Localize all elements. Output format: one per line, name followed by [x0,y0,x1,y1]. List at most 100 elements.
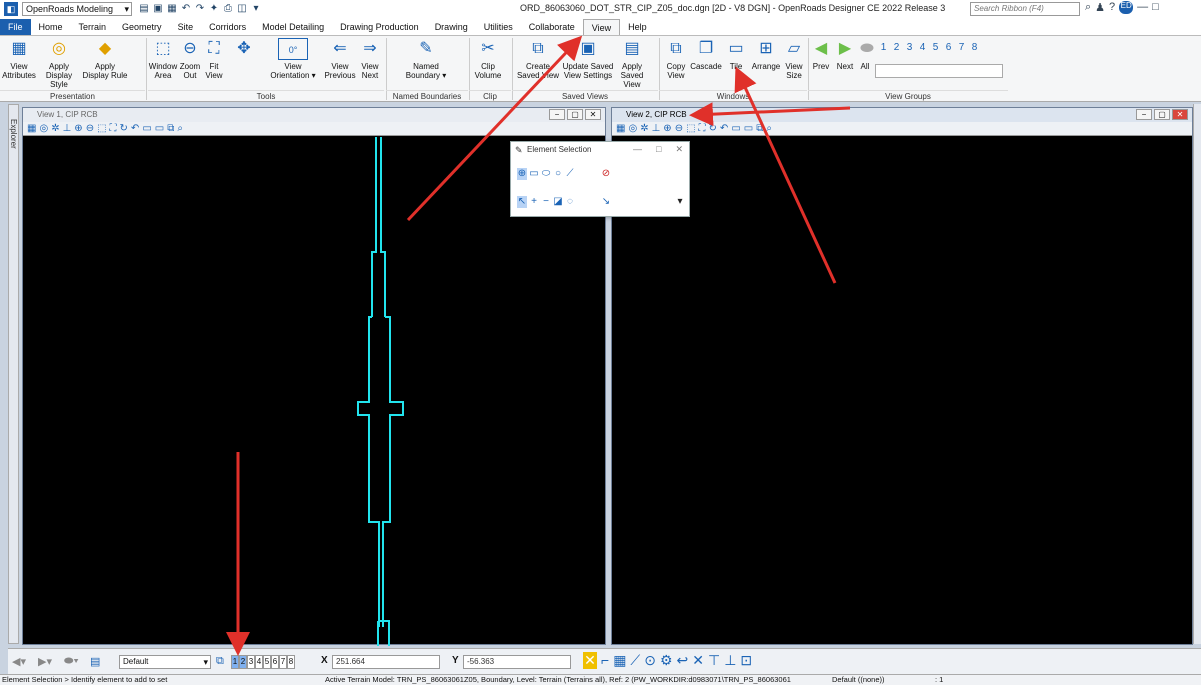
fit-view-icon[interactable]: ⛶ [699,122,706,135]
app-icon[interactable]: ◧ [4,2,18,16]
rotate-view-icon[interactable]: ↻ [120,122,128,135]
tab-model-detailing[interactable]: Model Detailing [254,19,332,35]
view-group-4-button[interactable]: 4 [917,42,928,54]
rotate-view-icon[interactable]: ↻ [709,122,717,135]
close-icon[interactable]: ✕ [1172,109,1188,120]
rotate-icon[interactable]: ✲ [640,122,648,135]
minimize-icon[interactable]: − [549,109,565,120]
fit-view-button[interactable]: ⛶ Fit View [202,38,226,80]
snap-nearest-icon[interactable]: ⟋ [630,652,640,669]
named-boundary-button[interactable]: ✎ Named Boundary ▾ [396,38,456,80]
snap-bisector-icon[interactable]: ⊡ [740,652,752,669]
print-icon[interactable]: ⎙ [222,3,234,15]
view-next-icon[interactable]: ▭ [731,122,740,135]
prev-group-button[interactable]: ◀ Prev [810,38,832,71]
zoom-in-icon[interactable]: ⊕ [663,122,671,135]
minimize-icon[interactable]: — [1137,1,1148,14]
line-select-icon[interactable]: ⟋ [565,168,575,180]
view-group-1-button[interactable]: 1 [878,42,889,54]
zoom-in-icon[interactable]: ⊕ [74,122,82,135]
snap-keypoint-icon[interactable]: ⌐ [601,652,609,669]
view-group-select[interactable] [875,64,1003,78]
snap-intersection-icon[interactable]: ✕ [692,652,704,669]
block-select-icon[interactable]: ▭ [529,168,539,180]
view-toggle-3[interactable]: 3 [247,655,255,669]
copy-view-icon[interactable]: ▭ [744,122,753,135]
x-coordinate-field[interactable]: 251.664 [332,655,440,669]
maximize-icon[interactable]: ▢ [567,109,583,120]
right-panel-strip[interactable] [1193,104,1201,644]
view-next-button[interactable]: ⇒ View Next [358,38,382,80]
view-groups-dialog-icon[interactable]: ⧉ [216,655,224,668]
apply-saved-view-button[interactable]: ▤ Apply Saved View [614,38,650,89]
view-toggle-5[interactable]: 5 [263,655,271,669]
view-2[interactable]: View 2, CIP RCB − ▢ ✕ ▦ ◎ ✲ ⊥ ⊕ ⊖ ⬚ ⛶ ↻ … [611,107,1193,645]
clip-icon[interactable]: ⧉ [756,122,763,135]
redo-icon[interactable]: ↷ [194,3,206,15]
copy-view-icon[interactable]: ▭ [155,122,164,135]
view-group-dropdown[interactable]: Default [119,655,211,669]
view-size-button[interactable]: ▱ View Size [782,38,806,80]
lock-icon[interactable]: ⊥ [63,122,72,135]
select-all-icon[interactable]: ↘ [601,196,611,208]
invert-icon[interactable]: ◪ [553,196,563,208]
view-toggle-1[interactable]: 1 [231,655,239,669]
snap-grid-icon[interactable]: ▦ [613,652,626,669]
maximize-icon[interactable]: □ [656,144,661,155]
circle-select-icon[interactable]: ○ [553,168,563,180]
minimize-icon[interactable]: — [633,144,642,155]
view-previous-icon[interactable]: ↶ [131,122,139,135]
apply-display-rule-button[interactable]: ◆ Apply Display Rule [82,38,128,80]
pointer-icon[interactable]: ↖ [517,196,527,208]
tab-terrain[interactable]: Terrain [71,19,115,35]
view-attributes-button[interactable]: ▦ View Attributes [2,38,36,80]
close-icon[interactable]: ✕ [585,109,601,120]
view-group-2-button[interactable]: 2 [891,42,902,54]
snap-tangent-icon[interactable]: ⊤ [708,652,720,669]
explorer-panel-tab[interactable]: Explorer [8,104,19,644]
view-toggle-8[interactable]: 8 [287,655,295,669]
view-group-6-button[interactable]: 6 [943,42,954,54]
fit-view-icon[interactable]: ⛶ [110,122,117,135]
workflow-dropdown[interactable]: OpenRoads Modeling [22,2,132,16]
accudraw-icon[interactable]: ✕ [583,652,597,669]
view-group-7-button[interactable]: 7 [956,42,967,54]
window-area-icon[interactable]: ⬚ [686,122,695,135]
folder-icon[interactable]: ▤ [138,3,150,15]
view-toggle-6[interactable]: 6 [271,655,279,669]
next-group-button[interactable]: ▶ Next [834,38,856,71]
arrange-button[interactable]: ⊞ Arrange [750,38,782,71]
all-views-icon[interactable]: ⬬▾ [64,655,79,668]
zoom-out-button[interactable]: ⊖ Zoom Out [178,38,202,80]
clip-icon[interactable]: ⧉ [167,122,174,135]
view-next-icon[interactable]: ▭ [142,122,151,135]
tab-utilities[interactable]: Utilities [476,19,521,35]
tab-geometry[interactable]: Geometry [114,19,170,35]
zoom-out-icon[interactable]: ⊖ [86,122,94,135]
save-settings-icon[interactable]: ▦ [166,3,178,15]
snap-arc-icon[interactable]: ↩ [677,652,689,669]
lock-icon[interactable]: ⊥ [652,122,661,135]
view-groups-icon[interactable]: ▤ [90,655,100,668]
snap-origin-icon[interactable]: ⚙ [660,652,673,669]
tab-help[interactable]: Help [620,19,655,35]
view-toggle-7[interactable]: 7 [279,655,287,669]
restore-icon[interactable]: □ [1152,1,1159,14]
window-area-icon[interactable]: ⬚ [97,122,106,135]
forward-icon[interactable]: ▶▾ [38,655,52,668]
copy-view-button[interactable]: ⧉ Copy View [662,38,690,80]
zoom-out-icon[interactable]: ⊖ [675,122,683,135]
tab-drawing[interactable]: Drawing [427,19,476,35]
search-icon[interactable]: ⌕ [1085,1,1091,14]
all-groups-button[interactable]: ⬬ All [856,38,874,71]
rotate-icon[interactable]: ✲ [51,122,59,135]
display-style-icon[interactable]: ◎ [39,122,48,135]
individual-select-icon[interactable]: ⊕ [517,168,527,180]
active-level[interactable]: Default ((none)) [832,675,885,685]
view-previous-button[interactable]: ⇐ View Previous [322,38,358,80]
ribbon-search-input[interactable]: Search Ribbon (F4) [970,2,1080,16]
pin-icon[interactable]: ✦ [208,3,220,15]
minimize-icon[interactable]: − [1136,109,1152,120]
view-toggle-2[interactable]: 2 [239,655,247,669]
view-toggle-4[interactable]: 4 [255,655,263,669]
